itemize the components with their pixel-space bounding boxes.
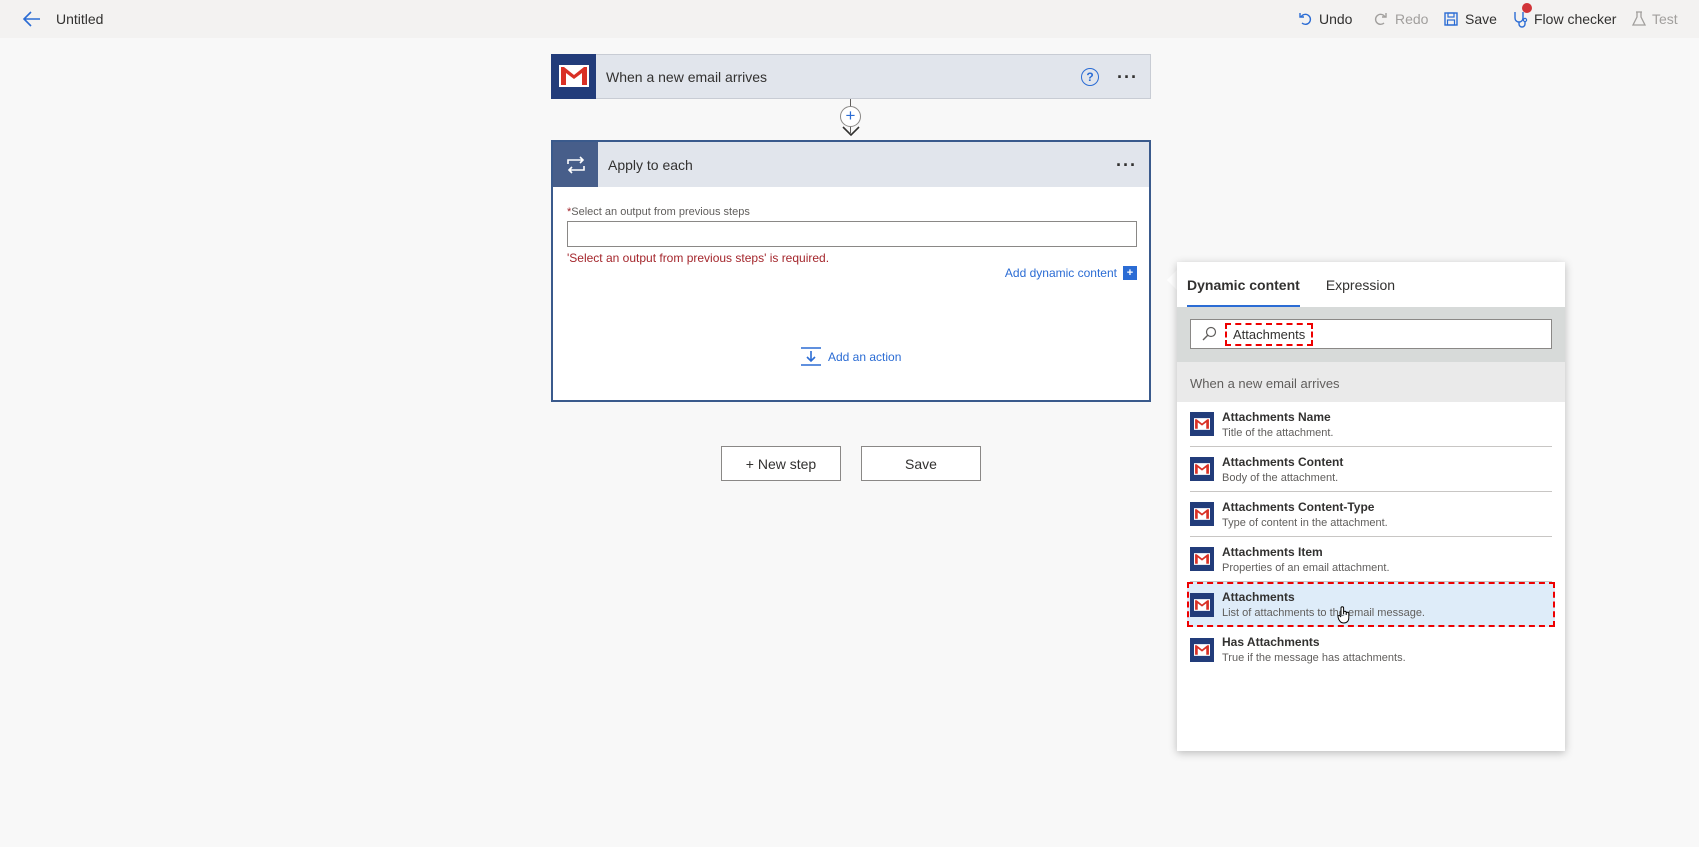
- save-icon: [1444, 12, 1458, 26]
- save-flow-button[interactable]: Save: [861, 446, 981, 481]
- flow-checker-label: Flow checker: [1534, 11, 1617, 27]
- gmail-icon: [1190, 637, 1214, 662]
- item-description: Type of content in the attachment.: [1222, 516, 1388, 529]
- apply-title: Apply to each: [608, 156, 693, 173]
- undo-icon: [1299, 13, 1312, 26]
- add-dynamic-content-link[interactable]: Add dynamic content +: [1005, 266, 1137, 280]
- notification-dot: [1522, 3, 1532, 13]
- item-name: Attachments Content: [1222, 454, 1344, 469]
- redo-icon: [1374, 13, 1387, 26]
- test-button[interactable]: Test: [1632, 8, 1678, 30]
- gmail-icon: [1190, 502, 1214, 526]
- panel-pointer: [1167, 270, 1177, 290]
- item-description: Properties of an email attachment.: [1222, 561, 1390, 574]
- flask-icon: [1632, 11, 1646, 26]
- group-header: When a new email arrives: [1177, 362, 1565, 402]
- dynamic-content-list: Attachments Name Title of the attachment.…: [1177, 402, 1565, 672]
- list-item[interactable]: Attachments Name Title of the attachment.: [1190, 402, 1552, 447]
- more-options-icon[interactable]: ···: [1117, 68, 1138, 86]
- loop-icon: [553, 142, 598, 187]
- validation-error: 'Select an output from previous steps' i…: [567, 251, 830, 265]
- test-label: Test: [1652, 11, 1678, 27]
- output-field-input[interactable]: [567, 221, 1137, 247]
- list-item[interactable]: Has Attachments True if the message has a…: [1190, 627, 1552, 672]
- gmail-icon: [1190, 412, 1214, 436]
- search-value: Attachments: [1225, 322, 1314, 346]
- apply-to-each-card: Apply to each ··· *Select an output from…: [551, 140, 1151, 402]
- item-name: Has Attachments: [1222, 635, 1320, 649]
- gmail-icon: [1190, 457, 1214, 481]
- undo-button[interactable]: Undo: [1297, 8, 1352, 30]
- new-step-button[interactable]: + New step: [721, 446, 841, 481]
- item-name: Attachments Name: [1222, 409, 1331, 424]
- trigger-title: When a new email arrives: [606, 68, 768, 85]
- add-action-button[interactable]: Add an action: [800, 347, 901, 367]
- arrow-down-icon: [842, 126, 860, 137]
- save-button[interactable]: Save: [1443, 8, 1497, 30]
- item-name: Attachments Content-Type: [1222, 499, 1375, 514]
- list-item[interactable]: Attachments Item Properties of an email a…: [1190, 537, 1552, 582]
- item-description: True if the message has attachments.: [1222, 652, 1406, 664]
- panel-tabs: Dynamic content Expression: [1177, 262, 1565, 307]
- gmail-icon: [551, 53, 596, 99]
- add-dynamic-content-label: Add dynamic content: [1004, 266, 1117, 280]
- item-description: List of attachments to the email message…: [1222, 607, 1425, 619]
- item-name: Attachments: [1222, 590, 1295, 604]
- hand-cursor-icon: [1337, 606, 1350, 624]
- dynamic-content-plus-icon: +: [1123, 266, 1137, 280]
- apply-more-options-icon[interactable]: ···: [1116, 156, 1137, 174]
- search-area: Attachments: [1177, 307, 1565, 362]
- list-item[interactable]: Attachments Content-Type Type of content …: [1190, 492, 1552, 537]
- undo-label: Undo: [1319, 11, 1353, 27]
- gmail-icon: [1190, 547, 1214, 571]
- list-item-selected[interactable]: Attachments List of attachments to the em…: [1187, 582, 1555, 627]
- redo-button[interactable]: Redo: [1373, 8, 1428, 30]
- redo-label: Redo: [1395, 11, 1429, 27]
- help-icon[interactable]: ?: [1081, 67, 1100, 86]
- add-action-label: Add an action: [828, 350, 902, 364]
- tab-dynamic-content[interactable]: Dynamic content: [1187, 262, 1300, 307]
- trigger-card[interactable]: When a new email arrives ? ···: [551, 53, 1151, 99]
- search-input[interactable]: Attachments: [1190, 319, 1552, 349]
- output-field-label-text: Select an output from previous steps: [571, 206, 750, 218]
- output-field-label: *Select an output from previous steps: [567, 206, 750, 218]
- add-action-icon: [801, 347, 821, 366]
- tab-expression[interactable]: Expression: [1326, 262, 1395, 307]
- save-label: Save: [1465, 11, 1497, 27]
- gmail-icon: [1190, 592, 1214, 617]
- apply-card-header[interactable]: Apply to each ···: [553, 142, 1149, 187]
- list-item[interactable]: Attachments Content Body of the attachmen…: [1190, 447, 1552, 492]
- flow-title[interactable]: Untitled: [56, 11, 103, 27]
- item-description: Title of the attachment.: [1222, 426, 1334, 439]
- back-arrow-icon[interactable]: [20, 7, 44, 31]
- search-icon: [1202, 326, 1217, 341]
- item-name: Attachments Item: [1222, 544, 1323, 559]
- command-bar: Untitled Undo Redo Save Flow checker Tes…: [0, 0, 1699, 38]
- item-description: Body of the attachment.: [1222, 471, 1339, 484]
- dynamic-content-panel: Dynamic content Expression Attachments W…: [1177, 262, 1565, 751]
